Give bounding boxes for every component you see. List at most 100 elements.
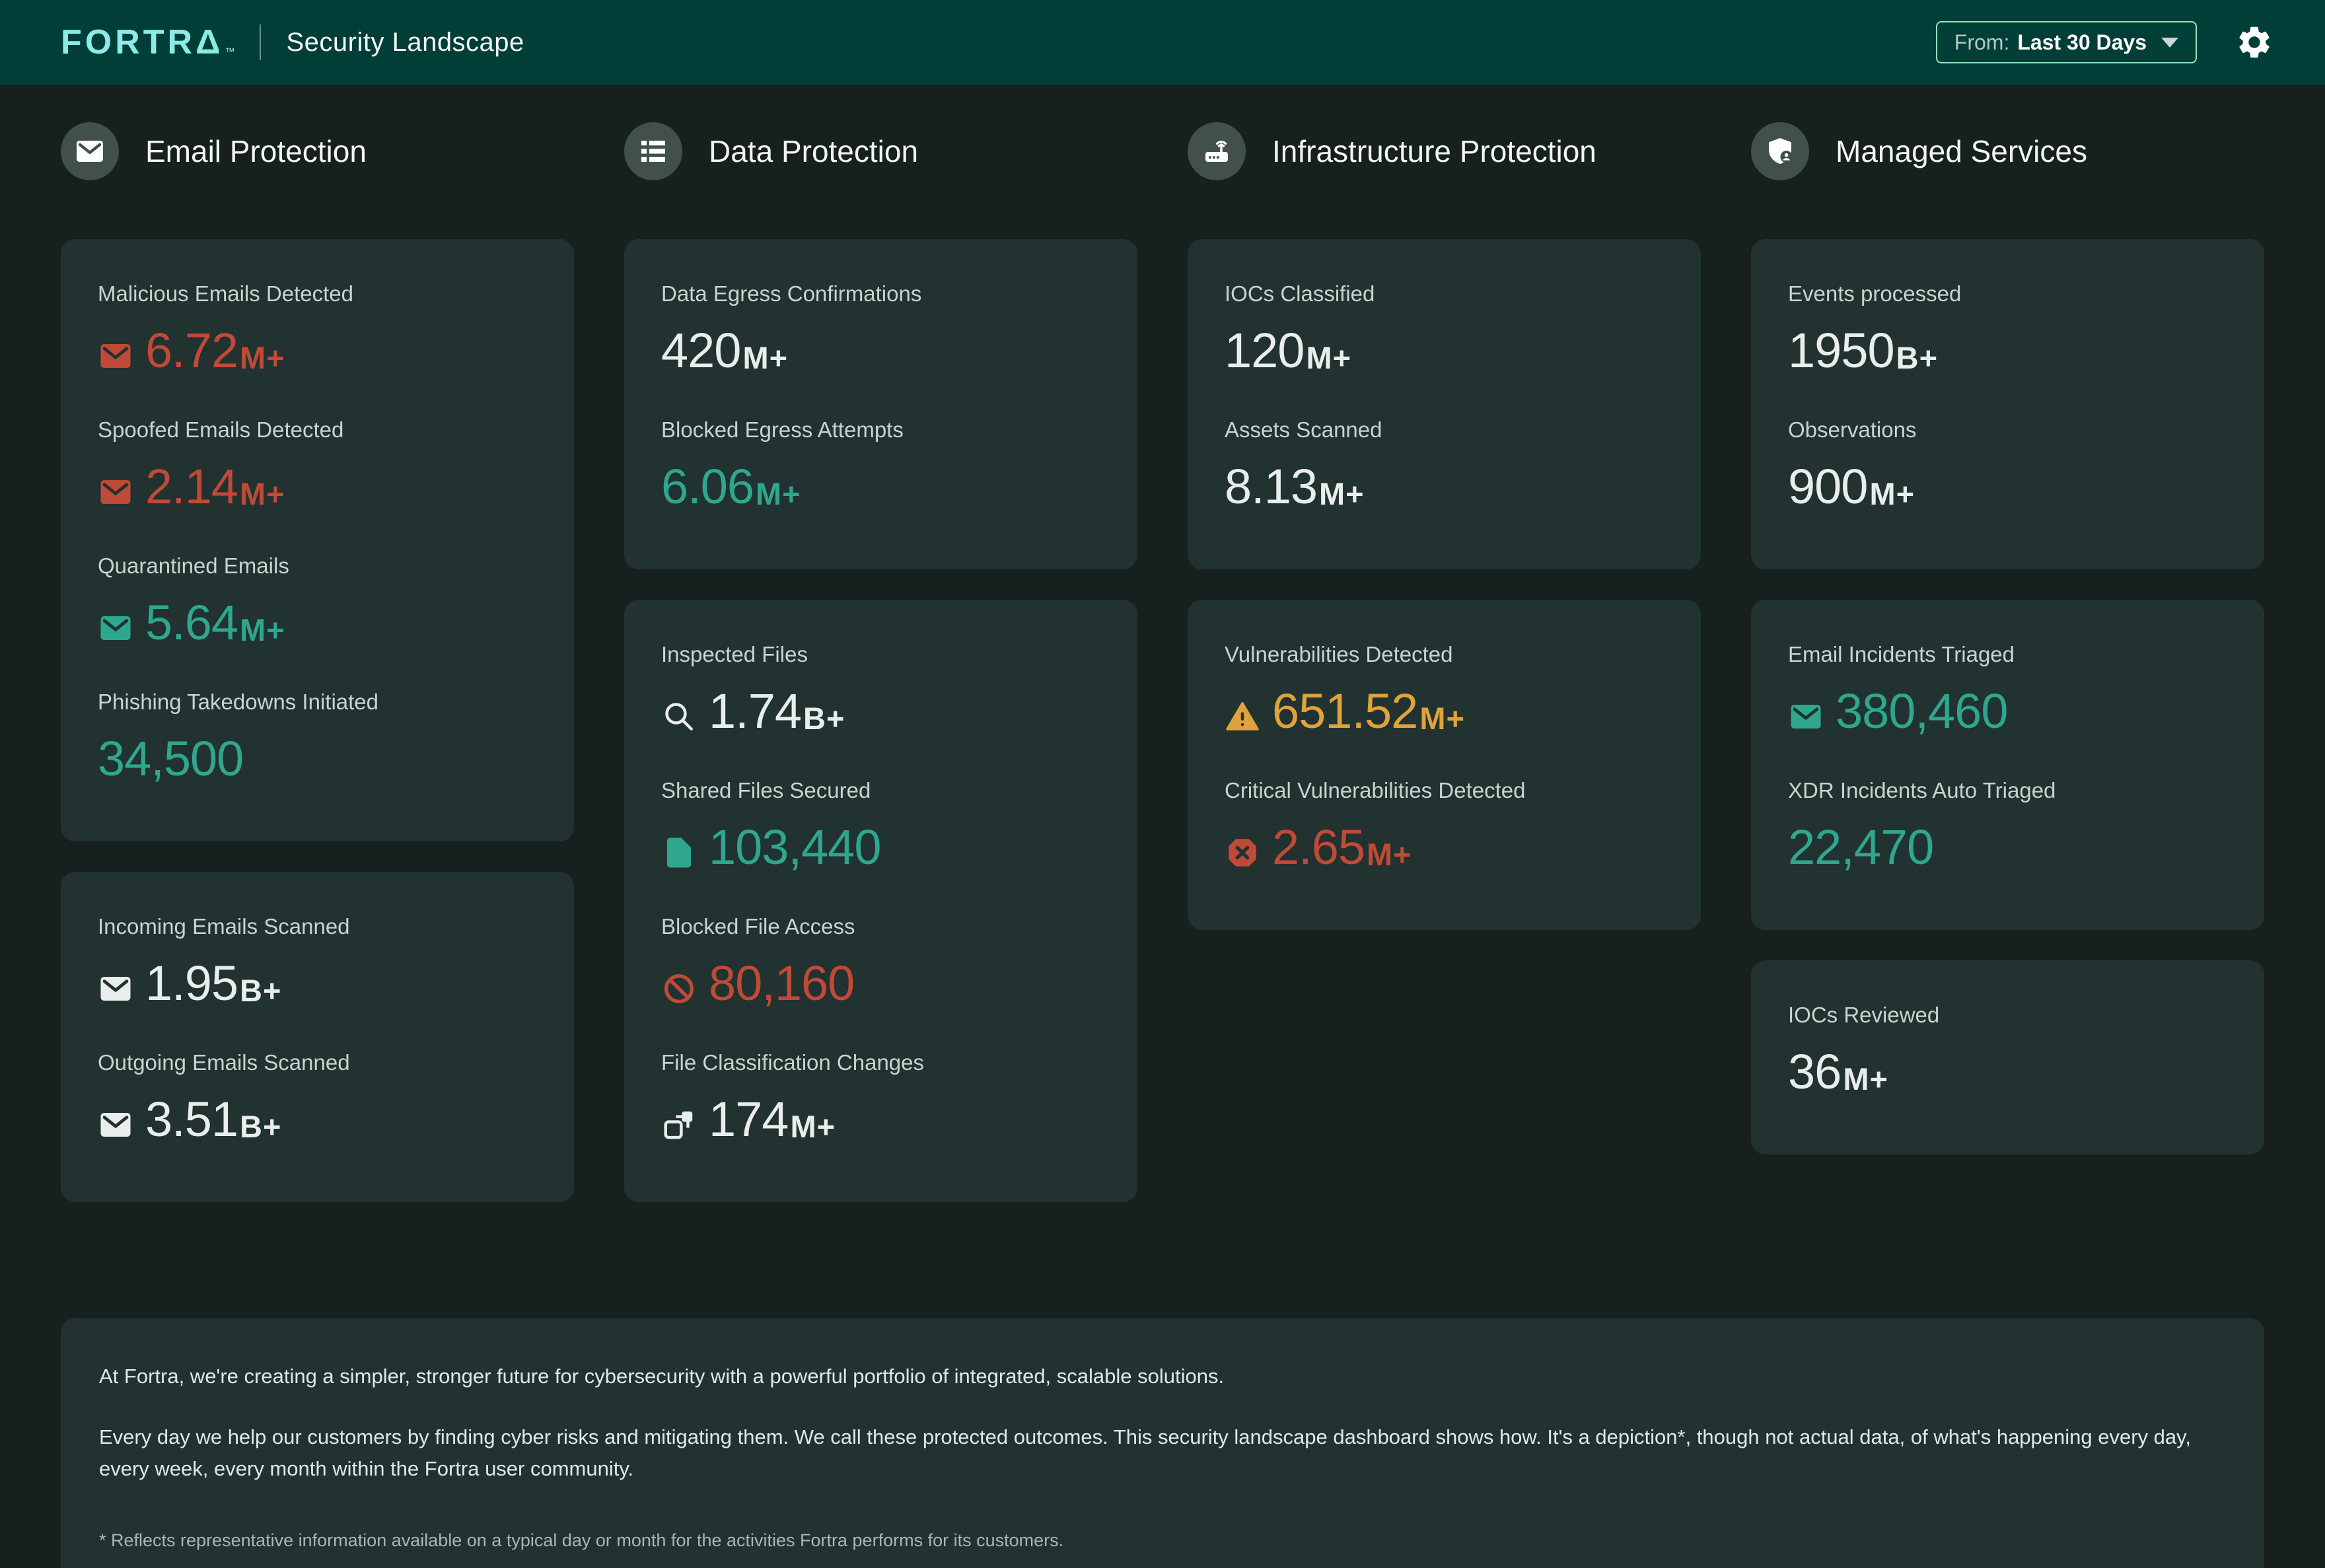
- metric: Observations 900 M+: [1788, 417, 2227, 511]
- metric-label: Inspected Files: [661, 642, 808, 666]
- section-title: Infrastructure Protection: [1272, 134, 1596, 168]
- section-title: Data Protection: [709, 134, 919, 168]
- metric-label: Blocked File Access: [661, 914, 855, 939]
- metric-value: 80,160: [661, 959, 1100, 1008]
- header-divider: [260, 24, 262, 60]
- metric-number: 3.51: [145, 1092, 238, 1147]
- metric-value: 651.52 M+: [1225, 687, 1664, 736]
- shield-icon: [1751, 122, 1809, 180]
- list-icon: [624, 122, 682, 180]
- metric-suffix: B+: [240, 1109, 282, 1144]
- metric-label: Vulnerabilities Detected: [1225, 642, 1453, 666]
- date-range-dropdown[interactable]: From: Last 30 Days: [1935, 21, 2197, 63]
- metric: Malicious Emails Detected 6.72 M+: [98, 281, 537, 375]
- metric-suffix: M+: [790, 1109, 836, 1144]
- metric-number: 380,460: [1836, 684, 2008, 738]
- metric-card: Inspected Files 1.74 B+ Shared Files Sec…: [624, 600, 1137, 1202]
- warning-triangle-icon: [1225, 694, 1260, 729]
- block-icon: [661, 966, 697, 1001]
- metric-label: File Classification Changes: [661, 1050, 925, 1075]
- router-icon: [1188, 122, 1246, 180]
- section-title: Managed Services: [1836, 134, 2087, 168]
- metric: IOCs Classified 120 M+: [1225, 281, 1664, 375]
- about-paragraph-2: Every day we help our customers by findi…: [99, 1425, 2191, 1481]
- envelope-icon: [98, 966, 133, 1001]
- metric-number: 420: [661, 323, 741, 378]
- metric-number: 900: [1788, 459, 1868, 514]
- metric-label: Critical Vulnerabilities Detected: [1225, 778, 1526, 802]
- metric: File Classification Changes 174 M+: [661, 1050, 1100, 1144]
- metric-card: Email Incidents Triaged 380,460 XDR Inci…: [1751, 600, 2264, 930]
- metric-card: Events processed 1950 B+ Observations 90…: [1751, 239, 2264, 569]
- metric-number: 1950: [1788, 323, 1895, 378]
- envelope-icon: [61, 122, 119, 180]
- metric-label: XDR Incidents Auto Triaged: [1788, 778, 2056, 802]
- metric-value: 36 M+: [1788, 1048, 2227, 1096]
- metric-number: 2.14: [145, 459, 238, 514]
- metric-card: IOCs Classified 120 M+ Assets Scanned 8.…: [1188, 239, 1701, 569]
- metric-number: 36: [1788, 1044, 1842, 1099]
- section-header-email: Email Protection: [61, 122, 574, 181]
- metric: Incoming Emails Scanned 1.95 B+: [98, 914, 537, 1008]
- settings-gear-icon[interactable]: [2235, 23, 2273, 61]
- trademark-symbol: ™: [225, 46, 235, 57]
- metric-value: 6.06 M+: [661, 462, 1100, 511]
- metric-value: 2.14 M+: [98, 462, 537, 511]
- metric-label: Events processed: [1788, 281, 1962, 306]
- envelope-icon: [1788, 694, 1824, 729]
- metric-number: 6.72: [145, 323, 238, 378]
- copy-stack-icon: [661, 1102, 697, 1137]
- metric-value: 8.13 M+: [1225, 462, 1664, 511]
- fortra-logo: FORTRΔ ™: [61, 25, 234, 59]
- metric-label: Incoming Emails Scanned: [98, 914, 350, 939]
- metric-suffix: B+: [240, 973, 282, 1008]
- metric-number: 80,160: [709, 956, 855, 1011]
- metric-suffix: M+: [1306, 340, 1352, 375]
- metric-value: 5.64 M+: [98, 598, 537, 647]
- metric-value: 34,500: [98, 734, 537, 783]
- fortra-logo-text: FORTRΔ: [61, 23, 224, 61]
- metric: Shared Files Secured 103,440: [661, 778, 1100, 872]
- metric: IOCs Reviewed 36 M+: [1788, 1003, 2227, 1096]
- section-title: Email Protection: [145, 134, 367, 168]
- metric-label: Shared Files Secured: [661, 778, 871, 802]
- metric: Outgoing Emails Scanned 3.51 B+: [98, 1050, 537, 1144]
- metric-suffix: M+: [742, 340, 789, 375]
- metric-value: 6.72 M+: [98, 326, 537, 375]
- critical-octagon-icon: [1225, 830, 1260, 865]
- metric-value: 380,460: [1788, 687, 2227, 736]
- column-data-protection: Data Protection Data Egress Confirmation…: [624, 111, 1137, 1232]
- envelope-icon: [98, 333, 133, 369]
- metric-value: 1.74 B+: [661, 687, 1100, 736]
- date-range-prefix: From:: [1954, 30, 2010, 54]
- section-header-data: Data Protection: [624, 122, 1137, 181]
- metric-label: Spoofed Emails Detected: [98, 417, 344, 442]
- metric-number: 120: [1225, 323, 1305, 378]
- metric-value: 120 M+: [1225, 326, 1664, 375]
- metric-label: Phishing Takedowns Initiated: [98, 690, 379, 714]
- metric-value: 22,470: [1788, 823, 2227, 872]
- date-range-value: Last 30 Days: [2017, 30, 2147, 54]
- metric-card: Vulnerabilities Detected 651.52 M+ Criti…: [1188, 600, 1701, 930]
- envelope-icon: [98, 605, 133, 641]
- envelope-icon: [98, 1102, 133, 1137]
- metric-label: Quarantined Emails: [98, 553, 289, 578]
- metric-value: 103,440: [661, 823, 1100, 872]
- metric: Blocked Egress Attempts 6.06 M+: [661, 417, 1100, 511]
- metric: Quarantined Emails 5.64 M+: [98, 553, 537, 647]
- metric-suffix: M+: [1869, 476, 1915, 511]
- metric-suffix: B+: [1896, 340, 1939, 375]
- metric-value: 420 M+: [661, 326, 1100, 375]
- metric: Vulnerabilities Detected 651.52 M+: [1225, 642, 1664, 736]
- metric-label: Observations: [1788, 417, 1917, 442]
- metric-suffix: M+: [1419, 701, 1465, 736]
- metric: Phishing Takedowns Initiated 34,500: [98, 690, 537, 783]
- metric-suffix: M+: [1319, 476, 1365, 511]
- metric-value: 1950 B+: [1788, 326, 2227, 375]
- metric-number: 2.65: [1272, 820, 1365, 874]
- footnote: * Reflects representative information av…: [99, 1530, 1064, 1551]
- search-icon: [661, 694, 697, 729]
- metric-suffix: M+: [240, 612, 285, 647]
- metric-suffix: M+: [240, 340, 285, 375]
- page-title: Security Landscape: [286, 27, 524, 57]
